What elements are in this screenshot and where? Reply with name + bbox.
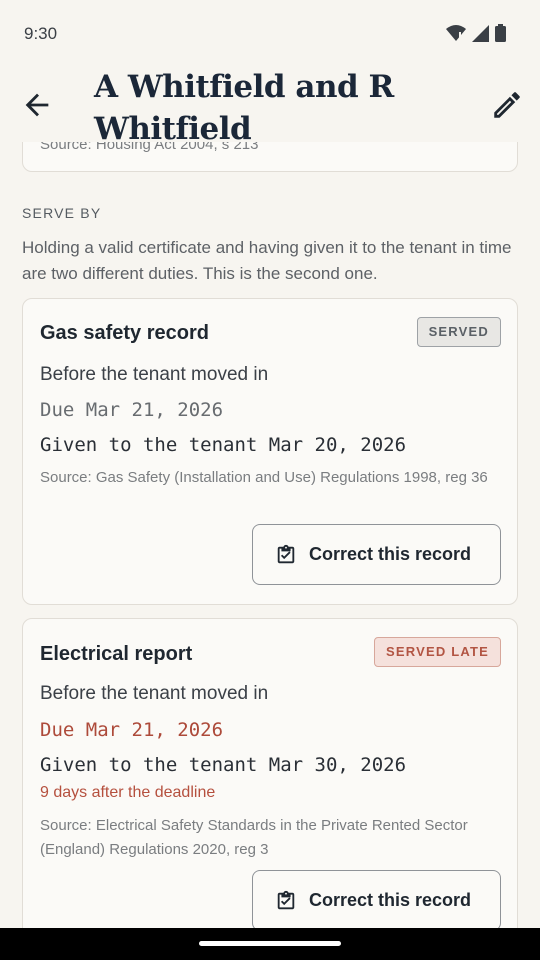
section-description: Holding a valid certificate and having g…: [22, 238, 512, 283]
correct-record-label: Correct this record: [309, 890, 472, 910]
record-card-gas: Gas safety record SERVED Before the tena…: [22, 298, 518, 605]
wifi-icon: [446, 24, 466, 46]
card-source: Source: Electrical Safety Standards in t…: [40, 817, 468, 858]
card-given-date: Given to the tenant Mar 30, 2026: [40, 754, 407, 776]
edit-button[interactable]: [490, 88, 524, 122]
status-badge: SERVED LATE: [373, 637, 501, 667]
late-note: 9 days after the deadline: [40, 784, 216, 801]
status-icons: [446, 24, 506, 46]
card-due-date: Due Mar 21, 2026: [40, 719, 224, 741]
correct-record-label: Correct this record: [309, 544, 472, 564]
status-badge: SERVED: [416, 317, 501, 347]
correct-record-button[interactable]: Correct this record: [252, 870, 501, 928]
record-card-electrical: Electrical report SERVED LATE Before the…: [22, 618, 518, 928]
app-bar: A Whitfield and R Whitfield: [0, 64, 540, 147]
signal-icon: [472, 24, 489, 46]
card-timing: Before the tenant moved in: [40, 683, 269, 704]
battery-icon: [495, 24, 506, 46]
status-time: 9:30: [24, 24, 58, 43]
card-title: Electrical report: [40, 643, 193, 665]
card-title: Gas safety record: [40, 322, 209, 344]
correct-record-button[interactable]: Correct this record: [252, 524, 501, 585]
edit-pencil-icon: [494, 92, 520, 118]
card-timing: Before the tenant moved in: [40, 364, 269, 385]
home-gesture-handle[interactable]: [199, 941, 341, 946]
section-label: SERVE BY: [22, 205, 102, 221]
previous-card-source: Source: Housing Act 2004, s 213: [40, 142, 259, 153]
page-title: A Whitfield and R Whitfield: [94, 69, 394, 147]
content-scroll[interactable]: Source: Housing Act 2004, s 213 SERVE BY…: [0, 142, 540, 928]
card-given-date: Given to the tenant Mar 20, 2026: [40, 434, 407, 456]
system-nav-bar: [0, 928, 540, 960]
card-source: Source: Gas Safety (Installation and Use…: [40, 469, 488, 486]
clipboard-check-icon: [277, 544, 295, 563]
previous-card: Source: Housing Act 2004, s 213: [22, 142, 518, 172]
clipboard-check-icon: [277, 890, 295, 909]
back-arrow-icon: [25, 93, 49, 117]
back-button[interactable]: [20, 88, 54, 122]
card-due-date: Due Mar 21, 2026: [40, 399, 224, 421]
status-bar: 9:30: [0, 0, 540, 64]
